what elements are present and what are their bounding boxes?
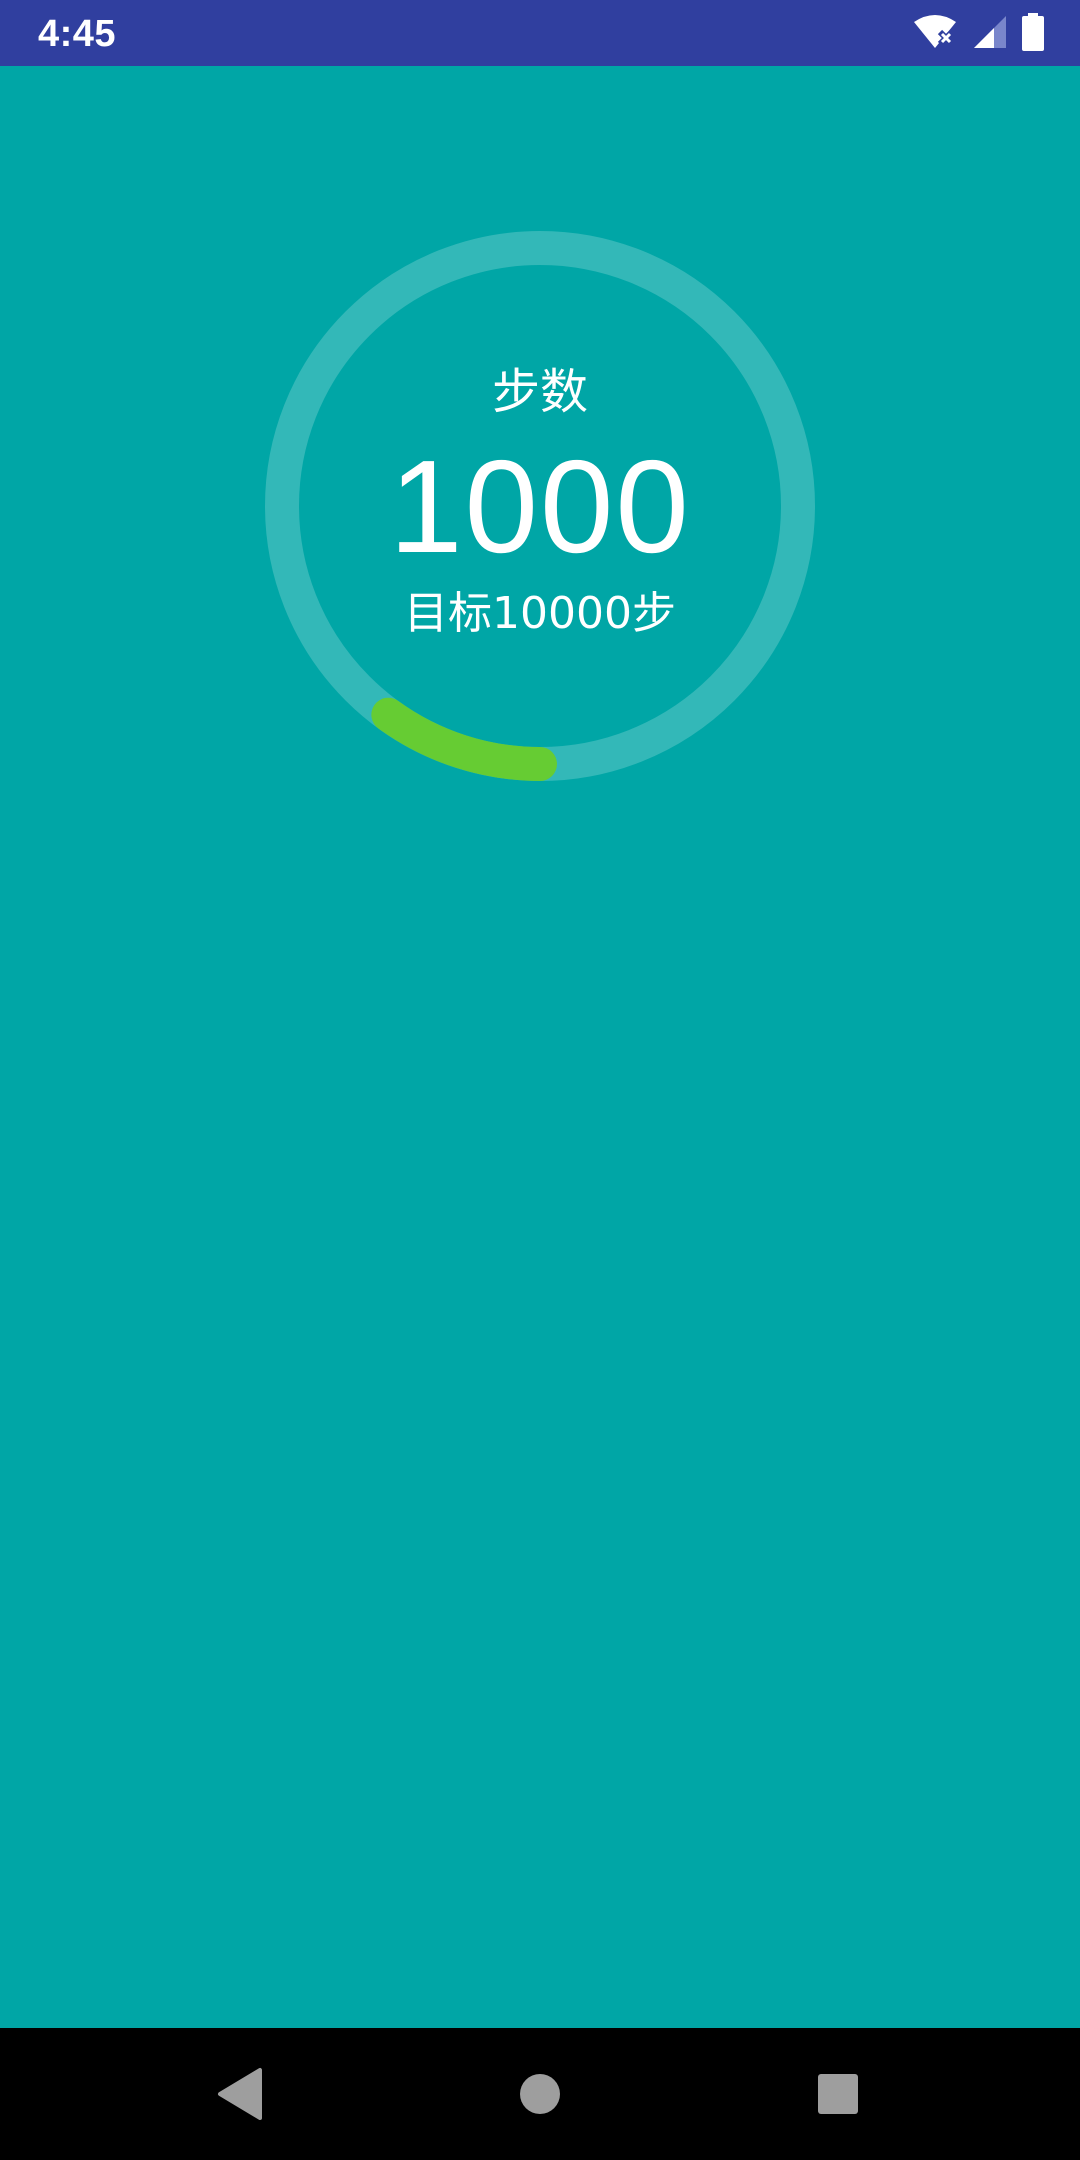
status-bar: 4:45 [0, 0, 1080, 66]
recents-icon [818, 2074, 858, 2114]
battery-full-icon [1022, 13, 1044, 55]
back-button[interactable] [174, 2028, 306, 2160]
steps-value: 1000 [389, 433, 691, 580]
status-icons [912, 12, 1044, 56]
cellular-signal-icon [972, 14, 1008, 54]
recents-button[interactable] [772, 2028, 904, 2160]
home-icon [520, 2074, 560, 2114]
home-button[interactable] [474, 2028, 606, 2160]
status-time: 4:45 [38, 13, 117, 55]
step-progress-ring: 步数 1000 目标10000步 [260, 226, 820, 786]
navigation-bar [0, 2028, 1080, 2160]
main-content: 步数 1000 目标10000步 [0, 66, 1080, 2028]
back-icon [218, 2068, 262, 2120]
steps-goal: 目标10000步 [404, 588, 676, 639]
wifi-off-icon [912, 14, 958, 54]
steps-title: 步数 [491, 364, 588, 420]
